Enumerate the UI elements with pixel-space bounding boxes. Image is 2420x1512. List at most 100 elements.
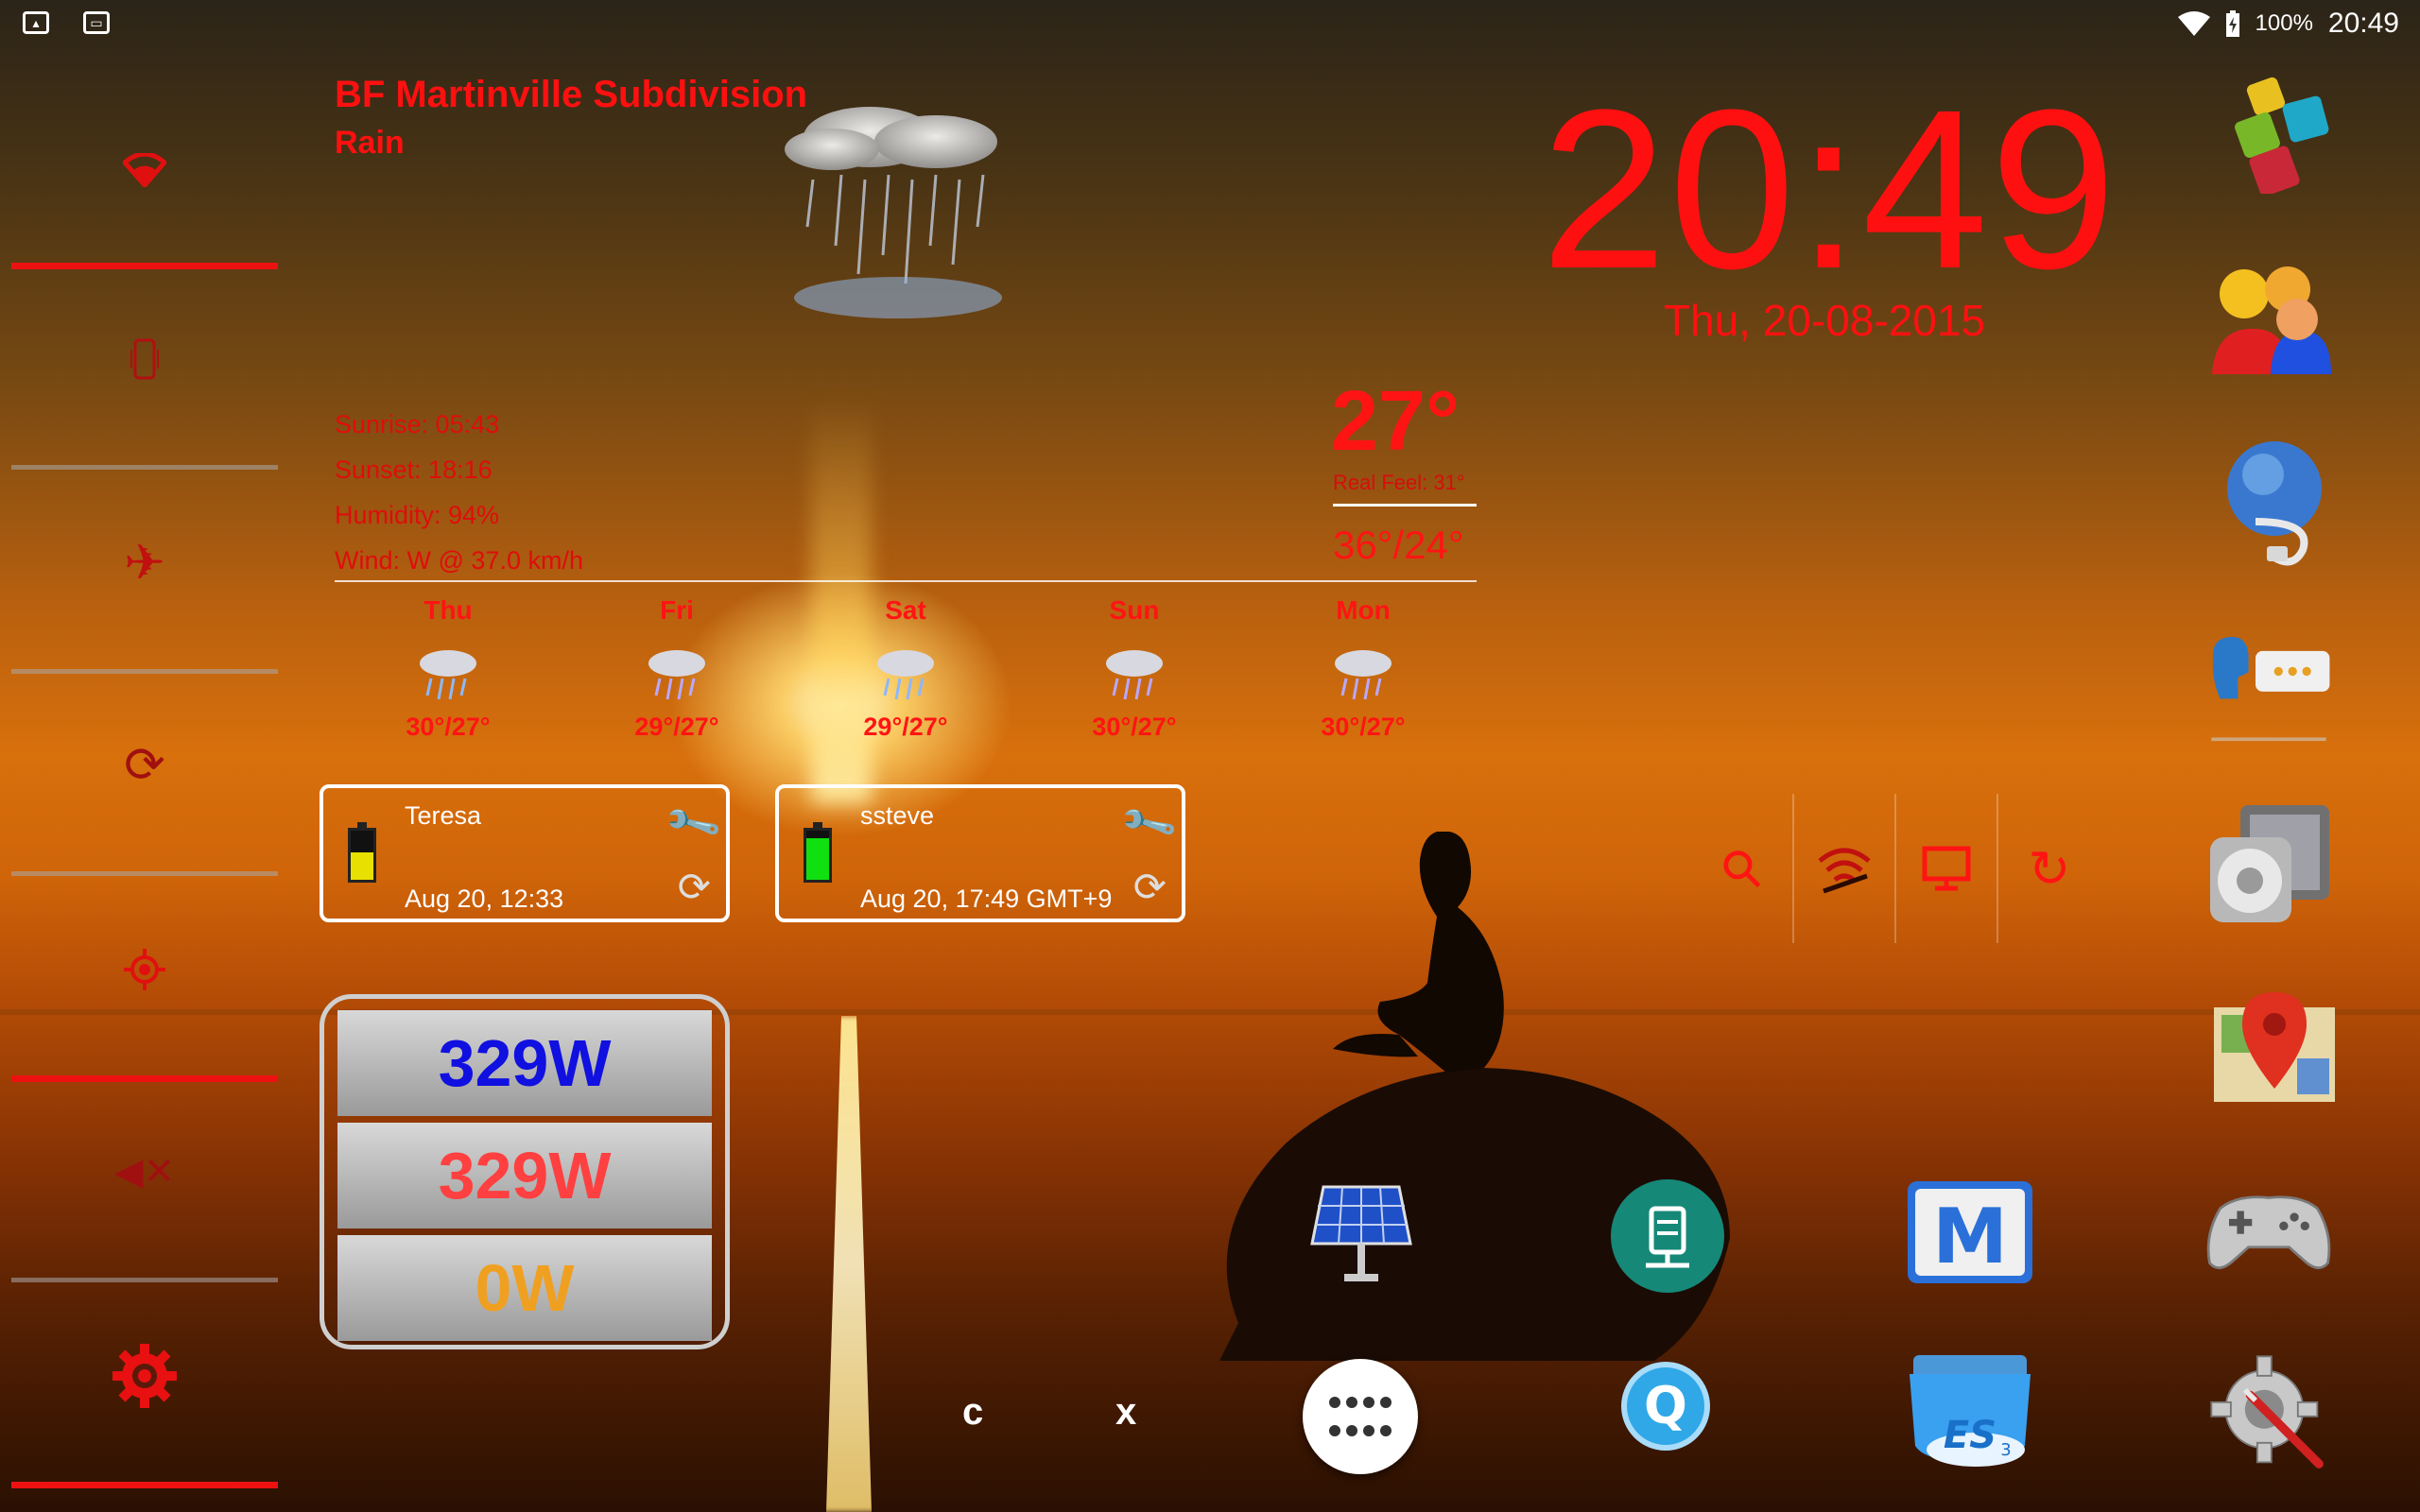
toggle-indicator-off [11,465,278,470]
app-drawer-button[interactable] [1303,1359,1418,1474]
apps-cube-icon [2235,77,2329,194]
battery-percent: 100% [2255,10,2313,36]
app-solar-monitor[interactable] [1295,1168,1427,1300]
toggle-vibrate[interactable] [11,274,278,444]
refresh-toggle[interactable]: ↻ [1998,794,2100,943]
forecast-day-name: Sun [1109,595,1160,625]
forecast-day-name: Thu [424,595,473,625]
gps-icon [124,949,165,990]
sync-icon[interactable]: ⟳ [678,864,711,910]
image-icon: ▴ [23,11,49,34]
app-m[interactable]: M [1904,1168,2036,1300]
toggle-indicator-off [11,669,278,674]
wrench-icon[interactable]: 🔧 [662,793,725,855]
toggle-settings[interactable] [11,1291,278,1461]
forecast-day[interactable]: Mon 30°/27° [1250,595,1477,742]
flashlight-toggle[interactable]: ⚲ [1692,794,1794,943]
refresh-icon: ↻ [2028,840,2071,898]
gamepad-icon [2206,1195,2331,1270]
screen-toggle[interactable] [1896,794,1998,943]
x-button[interactable]: x [1115,1391,1136,1434]
power-meter-widget[interactable]: 329W 329W 0W [320,994,730,1349]
wifi-icon [2177,11,2210,36]
current-temperature: 27° [1331,374,1461,469]
messaging-icon [2211,637,2330,742]
battery-icon [804,822,832,883]
status-time: 20:49 [2327,8,2399,39]
network-drive-icon [1611,1179,1724,1293]
notification-icons: ▴ ▭ [23,11,110,34]
app-browser[interactable] [2208,437,2341,569]
weather-location[interactable]: BF Martinville Subdivision [335,74,807,116]
sunset: Sunset: 18:16 [335,455,493,484]
app-contacts[interactable] [2203,251,2335,384]
app-media-player[interactable] [2203,799,2335,932]
app-organizer[interactable] [2212,66,2344,198]
toggle-sync[interactable]: ⟳ [11,680,278,850]
device-battery-card[interactable]: ssteve Aug 20, 17:49 GMT+9 🔧 ⟳ [775,784,1185,922]
device-update-time: Aug 20, 17:49 GMT+9 [860,885,1113,913]
toggle-indicator-on [11,1482,278,1488]
svg-text:3: 3 [2000,1440,2011,1460]
device-battery-card[interactable]: Teresa Aug 20, 12:33 🔧 ⟳ [320,784,730,922]
mute-icon: ◀✕ [113,1151,176,1193]
app-es-file-explorer[interactable]: ES 3 [1904,1342,2036,1474]
device-name: ssteve [860,801,935,830]
settings-tools-icon [2210,1355,2324,1469]
sun-reflection [826,1016,872,1512]
forecast-day[interactable]: Fri 29°/27° [563,595,790,742]
weather-condition: Rain [335,125,405,161]
forecast-temps: 30°/27° [1092,713,1177,741]
forecast-day[interactable]: Sat 29°/27° [792,595,1019,742]
forecast-temps: 29°/27° [863,713,948,741]
forecast-day-name: Mon [1336,595,1391,625]
power-consumption: 329W [337,1010,712,1116]
toggle-airplane[interactable]: ✈ [11,478,278,648]
power-export: 0W [337,1235,712,1341]
sync-icon[interactable]: ⟳ [1133,864,1167,910]
toggle-gps[interactable] [11,885,278,1055]
power-generation: 329W [337,1123,712,1228]
clock-date: Thu, 20-08-2015 [1663,296,1986,345]
rain-icon [1106,650,1163,700]
svg-text:Q: Q [1644,1376,1687,1435]
c-button[interactable]: c [962,1391,983,1434]
forecast-day-name: Sat [885,595,926,625]
weather-divider [335,580,1477,582]
forecast-row: Thu 30°/27° Fri 29°/27° Sat 29°/27° Sun … [335,595,1469,765]
es-file-explorer-icon: ES 3 [1910,1355,2031,1467]
clock-time[interactable]: 20:49 [1541,76,2117,302]
forecast-temps: 29°/27° [634,713,719,741]
forecast-day[interactable]: Thu 30°/27° [335,595,562,742]
wind: Wind: W @ 37.0 km/h [335,546,583,575]
forecast-day-name: Fri [660,595,694,625]
screen-icon [1922,846,1971,891]
wifi-icon [123,153,166,187]
app-drawer-icon [1329,1397,1392,1436]
toggle-mute[interactable]: ◀✕ [11,1087,278,1257]
toggle-wifi[interactable] [11,85,278,255]
hi-lo-temperature: 36°/24° [1333,523,1464,567]
toggle-indicator-off [11,871,278,876]
toggle-indicator-off [11,1278,278,1282]
hotspot-toggle[interactable] [1794,794,1896,943]
app-network-drive[interactable] [1601,1170,1734,1302]
solar-panel-icon [1310,1185,1412,1281]
flashlight-icon: ⚲ [1709,835,1776,902]
device-update-time: Aug 20, 12:33 [405,885,564,913]
vibrate-icon [130,338,159,380]
airplane-icon: ✈ [124,536,165,591]
browser-icon [2227,441,2322,566]
wifi-hotspot-icon [1818,848,1871,894]
toggle-indicator-on [11,263,278,269]
rain-icon [648,650,705,700]
forecast-day[interactable]: Sun 30°/27° [1021,595,1248,742]
app-q[interactable]: Q [1599,1340,1732,1472]
app-maps[interactable] [2208,983,2341,1115]
app-messaging[interactable] [2203,624,2335,756]
app-games[interactable] [2203,1164,2335,1297]
maps-icon [2214,992,2335,1102]
system-icons: 100% 20:49 [2177,8,2399,40]
device-name: Teresa [405,801,482,830]
app-settings-tools[interactable] [2203,1348,2335,1480]
